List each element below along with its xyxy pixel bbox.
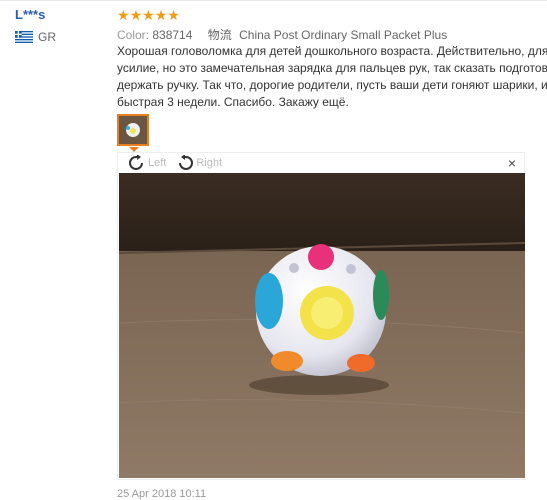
color-value: 838714	[152, 28, 193, 42]
top-divider	[0, 0, 547, 1]
review-line: быстрая 3 недели. Спасибо. Закажу ещё.	[117, 95, 349, 109]
star-icon: ★	[117, 7, 130, 23]
order-meta: Color: 838714 物流 China Post Ordinary Sma…	[117, 26, 447, 43]
review-photo	[119, 173, 525, 478]
rotate-left-icon	[129, 155, 143, 170]
star-icon: ★	[142, 7, 155, 23]
shipping-value: China Post Ordinary Small Packet Plus	[239, 28, 448, 42]
thumbnail-image	[119, 116, 147, 144]
viewer-nav: Left Right	[128, 155, 232, 171]
puzzle-ball-image	[119, 173, 525, 478]
star-icon: ★	[129, 7, 143, 23]
star-icon: ★	[154, 7, 168, 23]
review-text: Хорошая головоломка для детей дошкольног…	[117, 43, 547, 111]
review-date: 25 Apr 2018 10:11	[117, 488, 207, 500]
review-line: усилие, но это замечательная зарядка для…	[117, 61, 547, 75]
rotate-left-button[interactable]: Left	[128, 155, 166, 171]
photo-thumbnail[interactable]	[117, 114, 149, 146]
star-icon: ★	[167, 7, 180, 23]
reviewer-country: GR	[15, 30, 56, 44]
country-code: GR	[38, 30, 56, 44]
rotate-right-button[interactable]: Right	[176, 155, 222, 171]
photo-viewer: Left Right ×	[117, 152, 525, 480]
rotate-right-label: Right	[196, 157, 223, 169]
review-line: держать ручку. Так что, дорогие родители…	[117, 78, 547, 92]
star-rating: ★ ★ ★ ★ ★	[117, 7, 180, 23]
rotate-right-icon	[179, 155, 194, 170]
review-line: Хорошая головоломка для детей дошкольног…	[117, 44, 547, 58]
greece-flag-icon	[15, 31, 33, 43]
color-label: Color:	[117, 28, 150, 42]
shipping-label: 物流	[207, 28, 232, 42]
close-icon[interactable]: ×	[508, 156, 516, 170]
reviewer-name[interactable]: L***s	[15, 7, 45, 22]
rotate-left-label: Left	[148, 157, 167, 169]
